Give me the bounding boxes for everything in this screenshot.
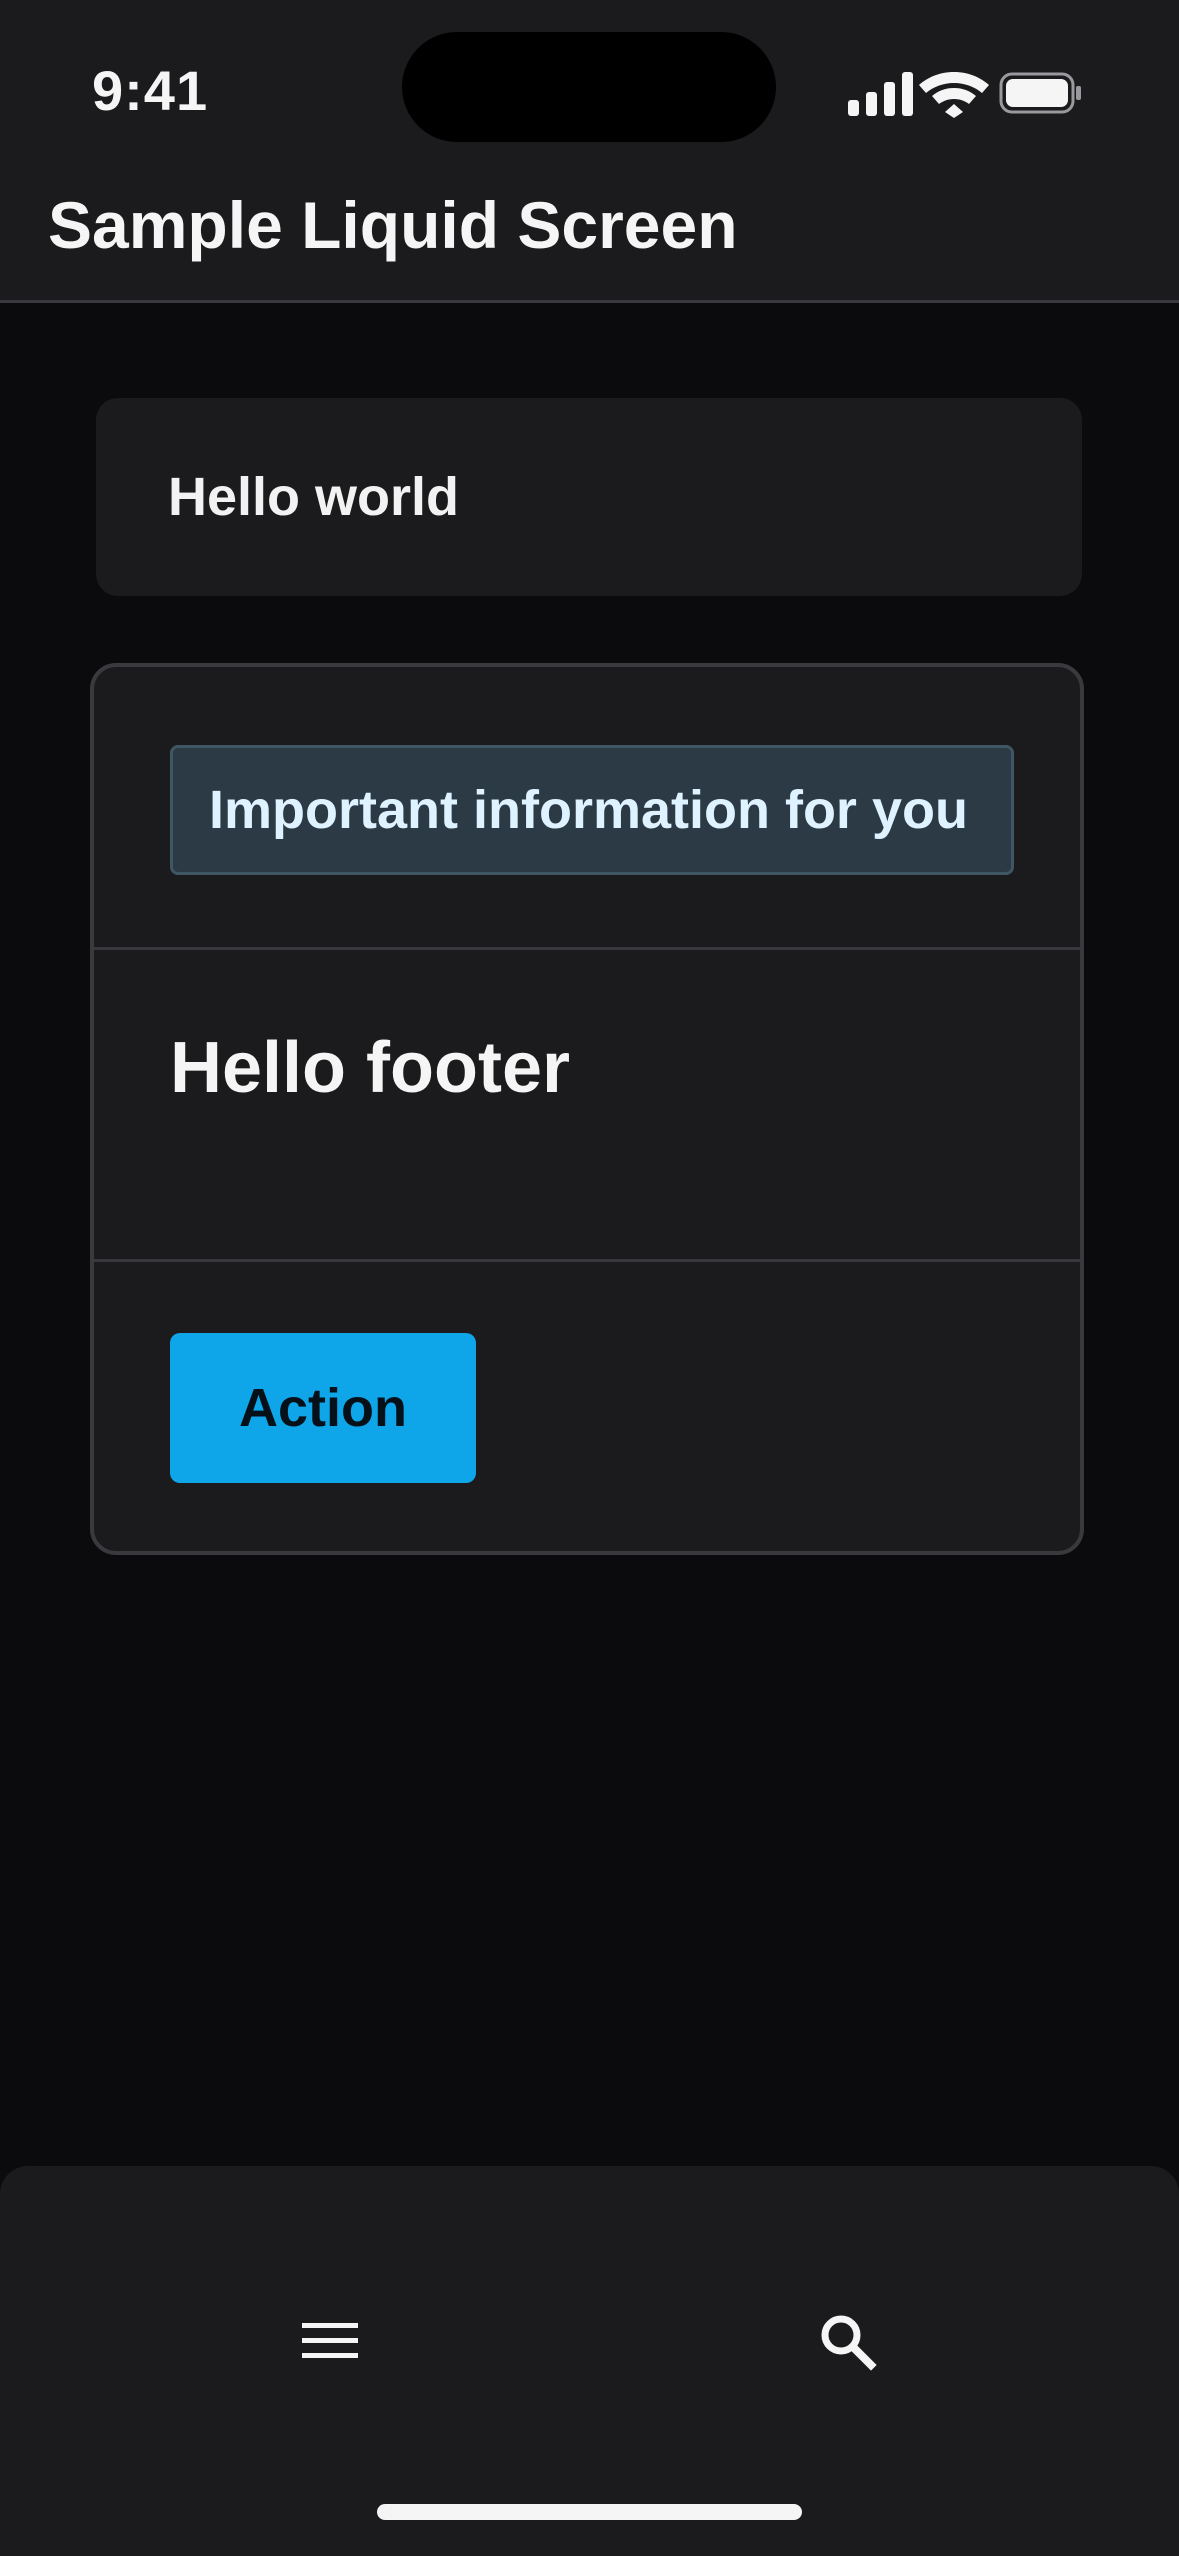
menu-button[interactable] xyxy=(285,2296,375,2386)
hello-card: Hello world xyxy=(96,398,1082,596)
info-text: Important information for you xyxy=(209,780,968,840)
divider xyxy=(94,947,1080,950)
page-title: Sample Liquid Screen xyxy=(48,188,738,262)
dynamic-island xyxy=(402,32,776,142)
bottom-nav-bar xyxy=(0,2166,1179,2556)
wifi-icon xyxy=(919,72,989,118)
status-time: 9:41 xyxy=(92,59,209,122)
signal-icon xyxy=(848,72,913,116)
footer-heading: Hello footer xyxy=(170,1028,571,1108)
home-indicator[interactable] xyxy=(377,2504,802,2520)
info-card: Important information for you Hello foot… xyxy=(90,663,1084,1555)
search-icon xyxy=(821,2315,877,2371)
status-bar: 9:41 xyxy=(0,0,1179,180)
divider xyxy=(94,1259,1080,1262)
hello-text: Hello world xyxy=(168,467,460,527)
battery-icon xyxy=(999,72,1081,114)
search-button[interactable] xyxy=(802,2296,892,2386)
action-button[interactable]: Action xyxy=(170,1333,476,1483)
menu-icon xyxy=(302,2323,358,2358)
status-icons xyxy=(846,66,1086,120)
info-banner: Important information for you xyxy=(170,745,1014,875)
